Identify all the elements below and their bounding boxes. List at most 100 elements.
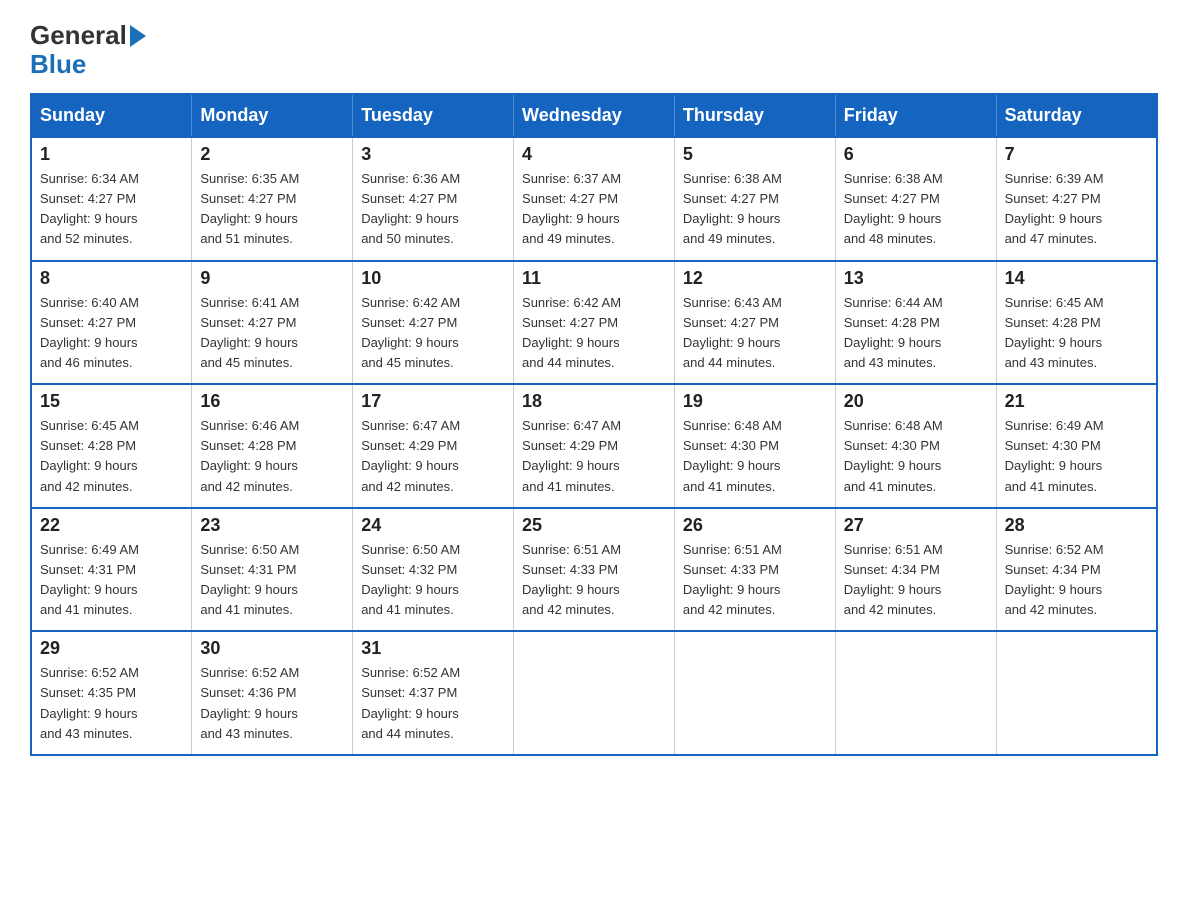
- day-info: Sunrise: 6:38 AM Sunset: 4:27 PM Dayligh…: [683, 169, 827, 250]
- day-number: 17: [361, 391, 505, 412]
- calendar-day-cell: [514, 631, 675, 755]
- day-number: 31: [361, 638, 505, 659]
- calendar-day-cell: 16 Sunrise: 6:46 AM Sunset: 4:28 PM Dayl…: [192, 384, 353, 508]
- day-info: Sunrise: 6:34 AM Sunset: 4:27 PM Dayligh…: [40, 169, 183, 250]
- calendar-day-cell: 21 Sunrise: 6:49 AM Sunset: 4:30 PM Dayl…: [996, 384, 1157, 508]
- day-of-week-header: Tuesday: [353, 94, 514, 137]
- calendar-day-cell: 15 Sunrise: 6:45 AM Sunset: 4:28 PM Dayl…: [31, 384, 192, 508]
- day-number: 22: [40, 515, 183, 536]
- day-of-week-header: Thursday: [674, 94, 835, 137]
- calendar-day-cell: 18 Sunrise: 6:47 AM Sunset: 4:29 PM Dayl…: [514, 384, 675, 508]
- day-number: 11: [522, 268, 666, 289]
- calendar-day-cell: 25 Sunrise: 6:51 AM Sunset: 4:33 PM Dayl…: [514, 508, 675, 632]
- day-number: 8: [40, 268, 183, 289]
- calendar-day-cell: 8 Sunrise: 6:40 AM Sunset: 4:27 PM Dayli…: [31, 261, 192, 385]
- day-number: 6: [844, 144, 988, 165]
- logo-blue-text: Blue: [30, 51, 86, 77]
- calendar-day-cell: [996, 631, 1157, 755]
- calendar-day-cell: 17 Sunrise: 6:47 AM Sunset: 4:29 PM Dayl…: [353, 384, 514, 508]
- calendar-day-cell: 1 Sunrise: 6:34 AM Sunset: 4:27 PM Dayli…: [31, 137, 192, 261]
- day-info: Sunrise: 6:44 AM Sunset: 4:28 PM Dayligh…: [844, 293, 988, 374]
- day-info: Sunrise: 6:42 AM Sunset: 4:27 PM Dayligh…: [522, 293, 666, 374]
- calendar-day-cell: 10 Sunrise: 6:42 AM Sunset: 4:27 PM Dayl…: [353, 261, 514, 385]
- calendar-day-cell: 13 Sunrise: 6:44 AM Sunset: 4:28 PM Dayl…: [835, 261, 996, 385]
- day-number: 15: [40, 391, 183, 412]
- calendar-table: SundayMondayTuesdayWednesdayThursdayFrid…: [30, 93, 1158, 756]
- calendar-day-cell: 28 Sunrise: 6:52 AM Sunset: 4:34 PM Dayl…: [996, 508, 1157, 632]
- calendar-day-cell: 24 Sunrise: 6:50 AM Sunset: 4:32 PM Dayl…: [353, 508, 514, 632]
- calendar-day-cell: 31 Sunrise: 6:52 AM Sunset: 4:37 PM Dayl…: [353, 631, 514, 755]
- day-info: Sunrise: 6:38 AM Sunset: 4:27 PM Dayligh…: [844, 169, 988, 250]
- day-number: 27: [844, 515, 988, 536]
- calendar-day-cell: 4 Sunrise: 6:37 AM Sunset: 4:27 PM Dayli…: [514, 137, 675, 261]
- calendar-week-row: 8 Sunrise: 6:40 AM Sunset: 4:27 PM Dayli…: [31, 261, 1157, 385]
- day-info: Sunrise: 6:40 AM Sunset: 4:27 PM Dayligh…: [40, 293, 183, 374]
- day-number: 5: [683, 144, 827, 165]
- day-number: 1: [40, 144, 183, 165]
- logo: General Blue: [30, 20, 146, 77]
- day-number: 12: [683, 268, 827, 289]
- calendar-day-cell: 26 Sunrise: 6:51 AM Sunset: 4:33 PM Dayl…: [674, 508, 835, 632]
- calendar-day-cell: 12 Sunrise: 6:43 AM Sunset: 4:27 PM Dayl…: [674, 261, 835, 385]
- day-info: Sunrise: 6:37 AM Sunset: 4:27 PM Dayligh…: [522, 169, 666, 250]
- calendar-day-cell: 19 Sunrise: 6:48 AM Sunset: 4:30 PM Dayl…: [674, 384, 835, 508]
- day-info: Sunrise: 6:39 AM Sunset: 4:27 PM Dayligh…: [1005, 169, 1148, 250]
- day-info: Sunrise: 6:52 AM Sunset: 4:35 PM Dayligh…: [40, 663, 183, 744]
- calendar-day-cell: 6 Sunrise: 6:38 AM Sunset: 4:27 PM Dayli…: [835, 137, 996, 261]
- calendar-day-cell: 9 Sunrise: 6:41 AM Sunset: 4:27 PM Dayli…: [192, 261, 353, 385]
- day-number: 28: [1005, 515, 1148, 536]
- day-of-week-header: Wednesday: [514, 94, 675, 137]
- day-info: Sunrise: 6:49 AM Sunset: 4:31 PM Dayligh…: [40, 540, 183, 621]
- day-number: 4: [522, 144, 666, 165]
- day-of-week-header: Sunday: [31, 94, 192, 137]
- day-of-week-header: Friday: [835, 94, 996, 137]
- day-info: Sunrise: 6:46 AM Sunset: 4:28 PM Dayligh…: [200, 416, 344, 497]
- calendar-week-row: 15 Sunrise: 6:45 AM Sunset: 4:28 PM Dayl…: [31, 384, 1157, 508]
- day-info: Sunrise: 6:49 AM Sunset: 4:30 PM Dayligh…: [1005, 416, 1148, 497]
- calendar-day-cell: 5 Sunrise: 6:38 AM Sunset: 4:27 PM Dayli…: [674, 137, 835, 261]
- day-number: 3: [361, 144, 505, 165]
- day-info: Sunrise: 6:42 AM Sunset: 4:27 PM Dayligh…: [361, 293, 505, 374]
- day-info: Sunrise: 6:45 AM Sunset: 4:28 PM Dayligh…: [1005, 293, 1148, 374]
- day-number: 7: [1005, 144, 1148, 165]
- day-number: 19: [683, 391, 827, 412]
- day-info: Sunrise: 6:47 AM Sunset: 4:29 PM Dayligh…: [361, 416, 505, 497]
- day-info: Sunrise: 6:41 AM Sunset: 4:27 PM Dayligh…: [200, 293, 344, 374]
- page-header: General Blue: [30, 20, 1158, 77]
- calendar-week-row: 29 Sunrise: 6:52 AM Sunset: 4:35 PM Dayl…: [31, 631, 1157, 755]
- day-info: Sunrise: 6:36 AM Sunset: 4:27 PM Dayligh…: [361, 169, 505, 250]
- day-number: 13: [844, 268, 988, 289]
- calendar-day-cell: [835, 631, 996, 755]
- calendar-day-cell: 30 Sunrise: 6:52 AM Sunset: 4:36 PM Dayl…: [192, 631, 353, 755]
- day-info: Sunrise: 6:52 AM Sunset: 4:37 PM Dayligh…: [361, 663, 505, 744]
- day-info: Sunrise: 6:52 AM Sunset: 4:34 PM Dayligh…: [1005, 540, 1148, 621]
- day-number: 9: [200, 268, 344, 289]
- day-number: 26: [683, 515, 827, 536]
- calendar-week-row: 22 Sunrise: 6:49 AM Sunset: 4:31 PM Dayl…: [31, 508, 1157, 632]
- day-info: Sunrise: 6:35 AM Sunset: 4:27 PM Dayligh…: [200, 169, 344, 250]
- day-info: Sunrise: 6:51 AM Sunset: 4:34 PM Dayligh…: [844, 540, 988, 621]
- day-info: Sunrise: 6:47 AM Sunset: 4:29 PM Dayligh…: [522, 416, 666, 497]
- calendar-day-cell: 27 Sunrise: 6:51 AM Sunset: 4:34 PM Dayl…: [835, 508, 996, 632]
- day-info: Sunrise: 6:48 AM Sunset: 4:30 PM Dayligh…: [844, 416, 988, 497]
- logo-general-text: General: [30, 20, 127, 51]
- calendar-day-cell: 7 Sunrise: 6:39 AM Sunset: 4:27 PM Dayli…: [996, 137, 1157, 261]
- day-info: Sunrise: 6:48 AM Sunset: 4:30 PM Dayligh…: [683, 416, 827, 497]
- calendar-day-cell: 20 Sunrise: 6:48 AM Sunset: 4:30 PM Dayl…: [835, 384, 996, 508]
- calendar-day-cell: 2 Sunrise: 6:35 AM Sunset: 4:27 PM Dayli…: [192, 137, 353, 261]
- day-of-week-header: Monday: [192, 94, 353, 137]
- calendar-day-cell: 22 Sunrise: 6:49 AM Sunset: 4:31 PM Dayl…: [31, 508, 192, 632]
- day-info: Sunrise: 6:52 AM Sunset: 4:36 PM Dayligh…: [200, 663, 344, 744]
- day-number: 18: [522, 391, 666, 412]
- day-number: 25: [522, 515, 666, 536]
- day-number: 29: [40, 638, 183, 659]
- calendar-day-cell: 29 Sunrise: 6:52 AM Sunset: 4:35 PM Dayl…: [31, 631, 192, 755]
- calendar-day-cell: [674, 631, 835, 755]
- day-info: Sunrise: 6:50 AM Sunset: 4:31 PM Dayligh…: [200, 540, 344, 621]
- day-number: 24: [361, 515, 505, 536]
- day-info: Sunrise: 6:50 AM Sunset: 4:32 PM Dayligh…: [361, 540, 505, 621]
- day-number: 21: [1005, 391, 1148, 412]
- day-info: Sunrise: 6:45 AM Sunset: 4:28 PM Dayligh…: [40, 416, 183, 497]
- calendar-day-cell: 23 Sunrise: 6:50 AM Sunset: 4:31 PM Dayl…: [192, 508, 353, 632]
- day-number: 16: [200, 391, 344, 412]
